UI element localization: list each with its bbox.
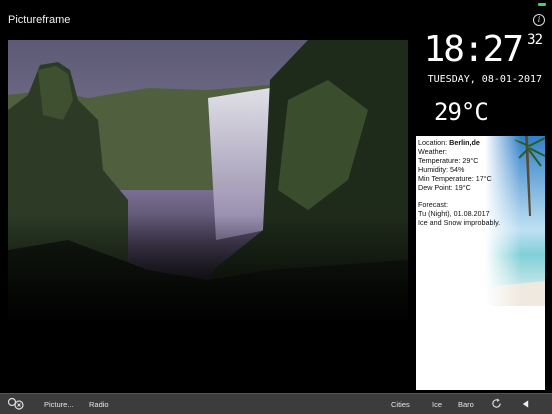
picture-settings-icon[interactable]: [7, 397, 25, 410]
cities-button[interactable]: Cities: [391, 400, 410, 409]
clock-time: 18:27: [423, 29, 524, 70]
back-icon[interactable]: [521, 399, 530, 409]
location-value: Berlin,de: [449, 138, 480, 147]
battery-indicator: [538, 3, 546, 6]
refresh-icon[interactable]: [491, 398, 502, 409]
baro-button[interactable]: Baro: [458, 400, 474, 409]
clock-date: TUESDAY, 08-01-2017: [427, 74, 542, 85]
dew-point-row: Dew Point: 19°C: [418, 182, 471, 192]
picture-button[interactable]: Picture...: [44, 400, 74, 409]
current-temperature: 29°C: [434, 98, 489, 126]
info-icon[interactable]: i: [533, 14, 545, 26]
location-label: Location:: [418, 138, 450, 147]
weather-panel: Location: Berlin,de Weather: Temperature…: [416, 136, 545, 390]
digital-clock: 18:27 32: [424, 30, 543, 70]
radio-button[interactable]: Radio: [89, 400, 109, 409]
ice-button[interactable]: Ice: [432, 400, 442, 409]
photo-fade-overlay: [8, 215, 408, 335]
background-photo: [8, 40, 408, 335]
weather-details: Location: Berlin,de Weather: Temperature…: [418, 138, 543, 228]
app-title: Pictureframe: [8, 14, 71, 26]
clock-seconds: 32: [527, 32, 543, 48]
forecast-description: Ice and Snow improbably.: [418, 218, 501, 228]
bottom-toolbar: Picture... Radio Cities Ice Baro: [0, 393, 552, 414]
